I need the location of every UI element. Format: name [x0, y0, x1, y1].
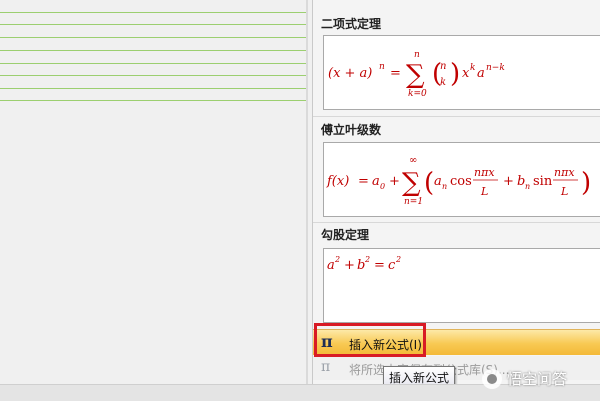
svg-text:=: =: [358, 174, 369, 189]
separator: [313, 116, 600, 117]
watermark: 悟空问答: [482, 368, 567, 389]
watermark-logo-icon: [482, 368, 502, 389]
section-title-binomial: 二项式定理: [321, 17, 382, 31]
highlight-callout: [314, 323, 426, 357]
svg-text:2: 2: [364, 255, 370, 264]
svg-text:n: n: [525, 182, 530, 191]
svg-text:n: n: [414, 50, 420, 60]
section-title-pythagoras: 勾股定理: [321, 228, 370, 242]
svg-text:f(x): f(x): [326, 174, 349, 189]
text-line: [0, 37, 306, 38]
svg-text:a: a: [434, 174, 442, 189]
svg-text:2: 2: [334, 255, 340, 264]
svg-text:(: (: [424, 168, 434, 198]
svg-text:a: a: [327, 258, 335, 273]
svg-text:k: k: [440, 77, 446, 88]
svg-text:cos: cos: [450, 174, 472, 189]
svg-text:2: 2: [395, 255, 401, 264]
text-line: [0, 24, 306, 25]
svg-text:): ): [581, 168, 591, 198]
svg-text:∑: ∑: [406, 60, 425, 90]
svg-text:sin: sin: [533, 174, 553, 189]
svg-text:k=0: k=0: [408, 89, 427, 99]
svg-text:nπx: nπx: [474, 166, 495, 179]
svg-text:c: c: [388, 258, 396, 273]
svg-text:n−k: n−k: [486, 63, 505, 73]
svg-text:(x + a): (x + a): [328, 66, 372, 81]
svg-text:nπx: nπx: [554, 166, 575, 179]
svg-text:=: =: [374, 258, 385, 273]
formula-binomial: (x + a) n = ∑ n k=0 ( n k ) x k a n−k: [328, 50, 505, 99]
save-equation-icon: π: [321, 359, 331, 375]
svg-text:+: +: [389, 174, 400, 189]
svg-text:n: n: [442, 182, 447, 191]
svg-text:L: L: [560, 185, 568, 198]
section-title-fourier: 傅立叶级数: [321, 123, 382, 137]
svg-text:k: k: [470, 63, 475, 73]
page-edge: [306, 0, 308, 400]
svg-text:∞: ∞: [409, 155, 417, 166]
svg-text:n: n: [379, 62, 385, 72]
text-line: [0, 75, 306, 76]
svg-text:n: n: [440, 61, 446, 72]
svg-text:=: =: [390, 66, 401, 81]
formula-fourier: f(x) = a 0 + ∑ ∞ n=1 ( a n cos nπx L + b…: [326, 155, 591, 207]
formula-pythagoras: a 2 + b 2 = c 2: [327, 255, 401, 273]
formula-item-fourier[interactable]: f(x) = a 0 + ∑ ∞ n=1 ( a n cos nπx L + b…: [323, 142, 600, 217]
text-line: [0, 50, 306, 51]
svg-text:L: L: [480, 185, 488, 198]
text-line: [0, 12, 306, 13]
svg-text:a: a: [477, 66, 485, 81]
formula-item-binomial[interactable]: (x + a) n = ∑ n k=0 ( n k ) x k a n−k: [323, 35, 600, 110]
formula-item-pythagoras[interactable]: a 2 + b 2 = c 2: [323, 248, 600, 323]
svg-text:0: 0: [380, 182, 385, 191]
svg-text:): ): [450, 59, 460, 89]
watermark-text: 悟空问答: [507, 370, 568, 388]
svg-text:n=1: n=1: [404, 197, 423, 207]
text-line: [0, 88, 306, 89]
svg-text:x: x: [462, 66, 470, 81]
svg-text:+: +: [344, 258, 355, 273]
svg-text:+: +: [503, 174, 514, 189]
text-line: [0, 63, 306, 64]
svg-text:a: a: [372, 174, 380, 189]
separator: [313, 222, 600, 223]
document-canvas[interactable]: [0, 0, 312, 400]
svg-text:∑: ∑: [402, 168, 421, 198]
text-line: [0, 100, 306, 101]
